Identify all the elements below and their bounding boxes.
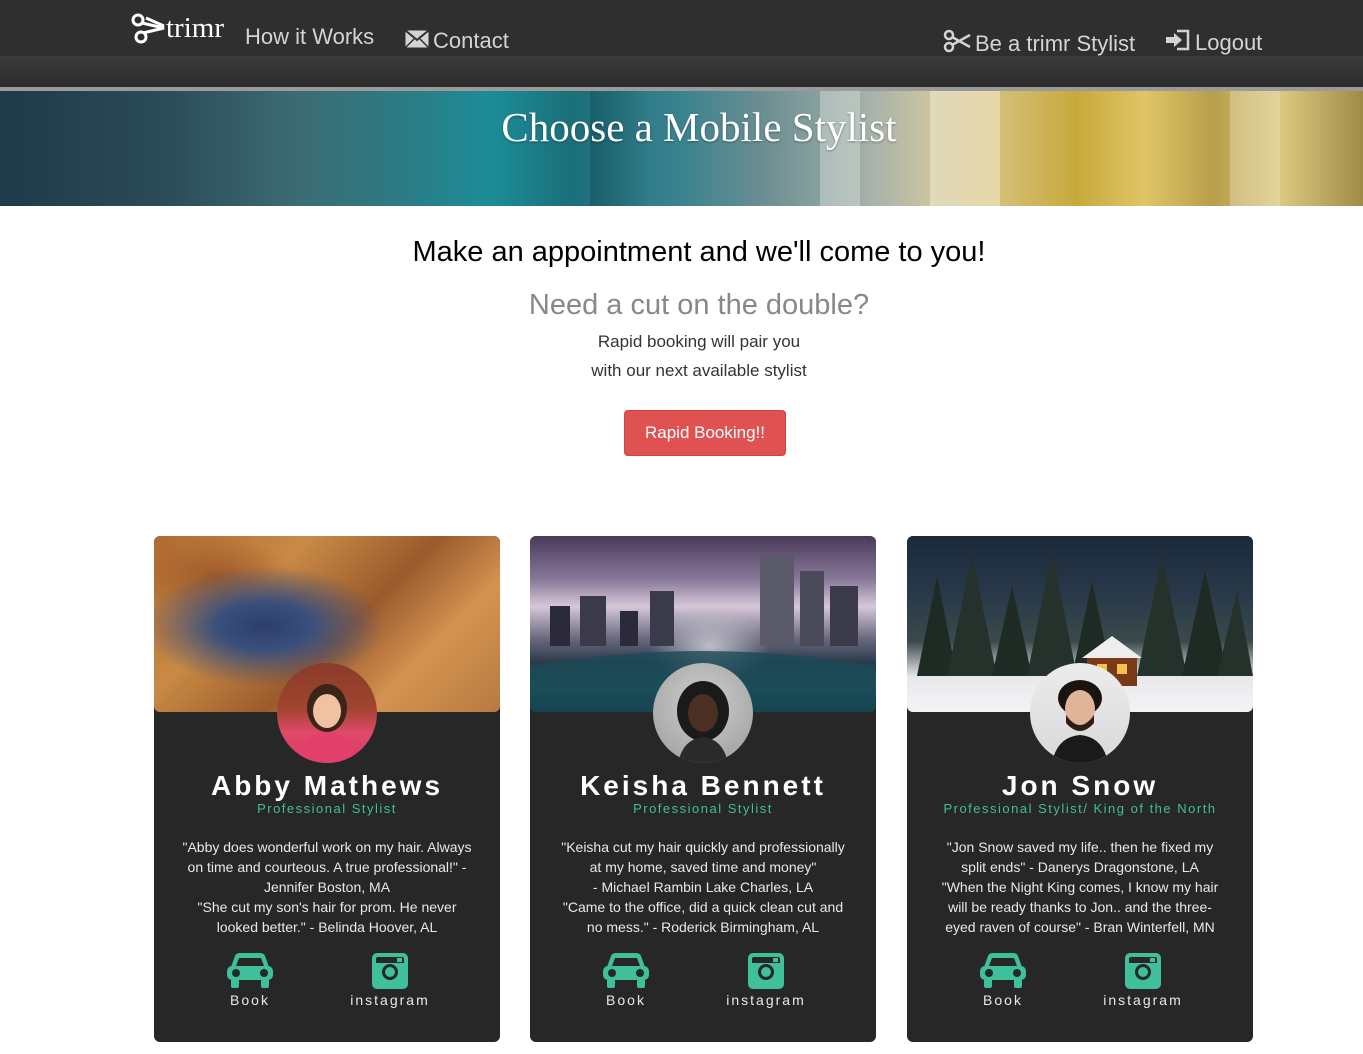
review-line: on time and courteous. A true profession… [187, 859, 467, 875]
book-label: Book [230, 992, 270, 1008]
instagram-link[interactable]: instagram [716, 952, 816, 1008]
book-button[interactable]: Book [971, 952, 1035, 1008]
page-title: Choose a Mobile Stylist [501, 104, 897, 150]
review-line: eyed raven of course" - Bran Winterfell,… [945, 919, 1215, 935]
stylist-name: Keisha Bennett [580, 770, 826, 801]
intro-line-1: Rapid booking will pair you [597, 332, 801, 351]
stylist-title: Professional Stylist [257, 801, 397, 816]
review-line: "When the Night King comes, I know my ha… [941, 879, 1219, 895]
hero-banner: Choose a Mobile Stylist [0, 91, 1363, 206]
stylist-name: Abby Mathews [210, 770, 444, 801]
intro-line-2: with our next available stylist [591, 361, 807, 380]
review-line: "Jon Snow saved my life.. then he fixed … [946, 839, 1214, 855]
navbar-shadow [0, 56, 1363, 88]
nav-be-stylist[interactable]: Be a trimr Stylist [943, 29, 1135, 58]
review-line: at my home, saved time and money" [589, 859, 817, 875]
book-label: Book [983, 992, 1023, 1008]
instagram-label: instagram [350, 992, 430, 1008]
nav-be-stylist-label: Be a trimr Stylist [975, 30, 1136, 56]
car-icon [594, 952, 658, 990]
envelope-icon [404, 29, 430, 53]
nav-contact[interactable]: Contact [404, 28, 509, 53]
instagram-icon [1093, 952, 1193, 990]
brand-name: trimr [166, 11, 224, 44]
review-line: no mess." - Roderick Birmingham, AL [586, 919, 820, 935]
stylist-reviews: "Abby does wonderful work on my hair. Al… [174, 837, 480, 937]
review-line: looked better." - Belinda Hoover, AL [216, 919, 438, 935]
avatar [653, 663, 753, 763]
car-icon [971, 952, 1035, 990]
avatar [1030, 663, 1130, 763]
review-line: Jennifer Boston, MA [263, 879, 391, 895]
instagram-label: instagram [1103, 992, 1183, 1008]
review-line: - Michael Rambin Lake Charles, LA [592, 879, 814, 895]
nav-how-it-works-label: How it Works [245, 24, 375, 49]
nav-logout[interactable]: Logout [1165, 29, 1262, 56]
instagram-label: instagram [726, 992, 806, 1008]
review-line: will be ready thanks to Jon.. and the th… [948, 899, 1212, 915]
nav-logout-label: Logout [1195, 29, 1263, 55]
nav-contact-label: Contact [433, 28, 509, 53]
stylist-name: Jon Snow [1001, 770, 1159, 801]
stylist-card: Keisha Bennett Professional Stylist "Kei… [530, 536, 876, 1042]
book-button[interactable]: Book [218, 952, 282, 1008]
book-label: Book [606, 992, 646, 1008]
stylist-title: Professional Stylist/ King of the North [943, 801, 1217, 816]
review-line: "Keisha cut my hair quickly and professi… [561, 839, 845, 855]
car-icon [218, 952, 282, 990]
instagram-link[interactable]: instagram [1093, 952, 1193, 1008]
review-line: "Abby does wonderful work on my hair. Al… [182, 839, 472, 855]
intro-heading: Make an appointment and we'll come to yo… [412, 236, 986, 268]
stylist-title: Professional Stylist [633, 801, 773, 816]
rapid-booking-button[interactable]: Rapid Booking!! [624, 410, 786, 456]
avatar [277, 663, 377, 763]
instagram-icon [340, 952, 440, 990]
scissors-icon [130, 12, 166, 46]
intro-subheading: Need a cut on the double? [528, 289, 870, 321]
review-line: "Came to the office, did a quick clean c… [562, 899, 844, 915]
logout-icon [1165, 29, 1191, 56]
instagram-link[interactable]: instagram [340, 952, 440, 1008]
stylist-card: Abby Mathews Professional Stylist "Abby … [154, 536, 500, 1042]
instagram-icon [716, 952, 816, 990]
stylist-reviews: "Keisha cut my hair quickly and professi… [550, 837, 856, 937]
scissors-icon [943, 29, 971, 58]
stylist-reviews: "Jon Snow saved my life.. then he fixed … [927, 837, 1233, 937]
brand-logo-link[interactable]: trimr [130, 12, 224, 46]
review-line: "She cut my son's hair for prom. He neve… [197, 899, 457, 915]
book-button[interactable]: Book [594, 952, 658, 1008]
nav-how-it-works[interactable]: How it Works [245, 25, 374, 49]
review-line: split ends" - Danerys Dragonstone, LA [961, 859, 1199, 875]
stylist-card: Jon Snow Professional Stylist/ King of t… [907, 536, 1253, 1042]
